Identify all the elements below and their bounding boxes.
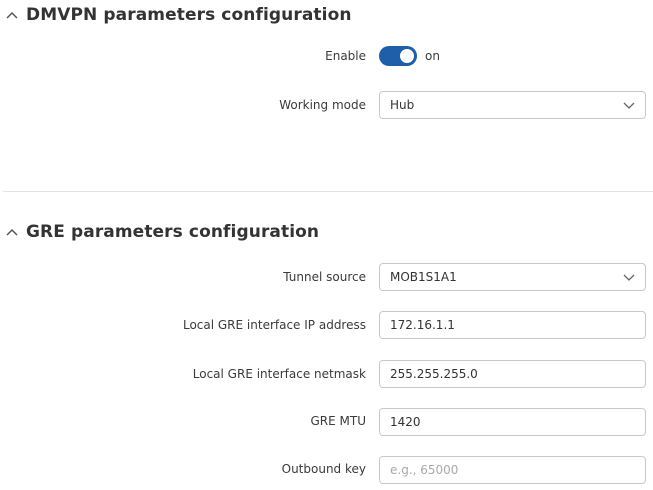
- tunnel-source-row: Tunnel source MOB1S1A1: [0, 262, 653, 292]
- local-ip-label: Local GRE interface IP address: [182, 318, 366, 332]
- working-mode-select[interactable]: Hub: [379, 91, 646, 119]
- gre-section-title: GRE parameters configuration: [26, 222, 320, 242]
- chevron-down-icon: [623, 274, 635, 281]
- outbound-key-label: Outbound key: [281, 462, 366, 476]
- chevron-down-icon: [623, 102, 635, 109]
- chevron-up-icon[interactable]: [6, 226, 18, 238]
- section-divider: [3, 191, 653, 192]
- local-ip-row: Local GRE interface IP address: [0, 310, 653, 340]
- enable-state-text: on: [425, 49, 440, 63]
- enable-toggle[interactable]: [379, 46, 417, 66]
- local-ip-input[interactable]: [379, 311, 646, 339]
- netmask-row: Local GRE interface netmask: [0, 359, 653, 389]
- mtu-row: GRE MTU: [0, 406, 653, 436]
- working-mode-row: Working mode Hub: [0, 90, 653, 120]
- mtu-input[interactable]: [379, 408, 646, 436]
- tunnel-source-label: Tunnel source: [283, 270, 366, 284]
- enable-label: Enable: [325, 49, 366, 63]
- outbound-key-input[interactable]: [379, 456, 646, 484]
- working-mode-value: Hub: [390, 98, 415, 112]
- chevron-up-icon[interactable]: [6, 9, 18, 21]
- dmvpn-section-header[interactable]: DMVPN parameters configuration: [6, 3, 352, 27]
- working-mode-label: Working mode: [279, 98, 366, 112]
- mtu-label: GRE MTU: [310, 414, 367, 428]
- dmvpn-section-title: DMVPN parameters configuration: [26, 5, 352, 25]
- tunnel-source-select[interactable]: MOB1S1A1: [379, 263, 646, 291]
- outbound-key-row: Outbound key: [0, 454, 653, 484]
- toggle-knob: [400, 49, 414, 63]
- netmask-input[interactable]: [379, 360, 646, 388]
- netmask-label: Local GRE interface netmask: [192, 367, 366, 381]
- gre-section-header[interactable]: GRE parameters configuration: [6, 220, 319, 244]
- tunnel-source-value: MOB1S1A1: [390, 270, 457, 284]
- enable-row: Enable on: [0, 41, 653, 71]
